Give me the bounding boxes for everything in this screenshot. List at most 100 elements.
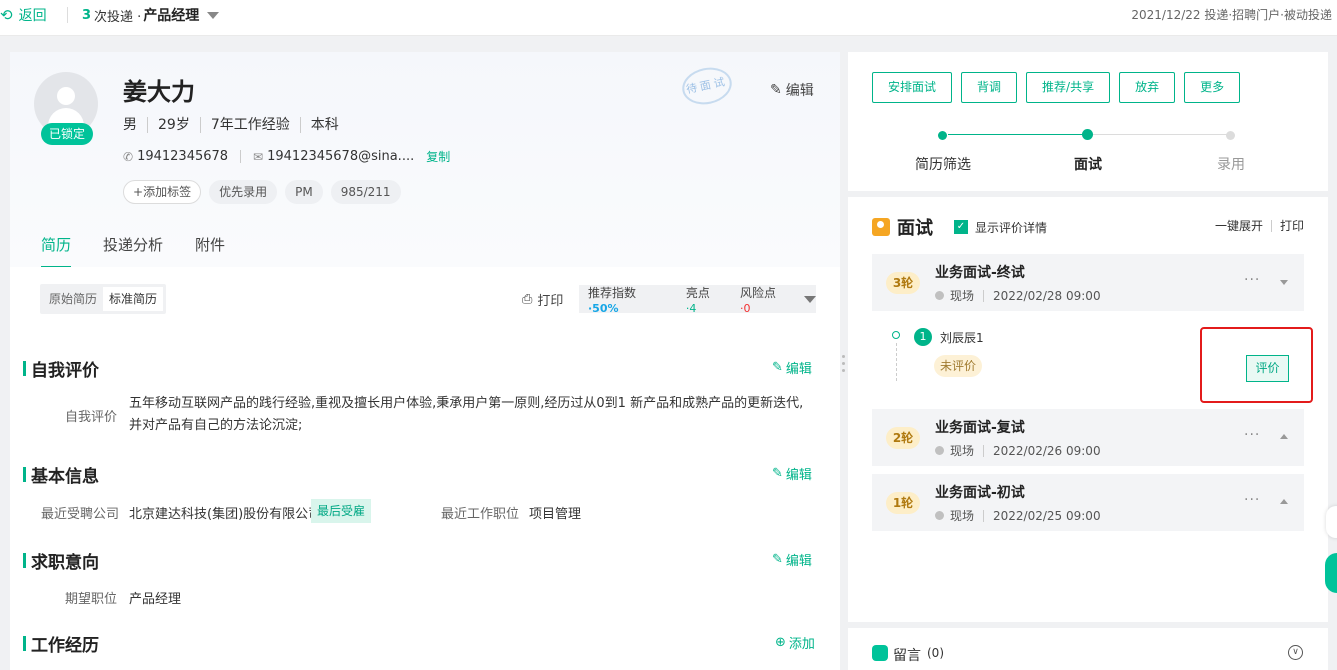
expand-toggle-icon[interactable] <box>1280 499 1288 504</box>
message-panel[interactable]: 留言 (0) ∨ <box>848 628 1328 670</box>
interview-round[interactable]: 1轮 业务面试-初试 现场 2022/02/25 09:00 ··· <box>872 474 1304 531</box>
tab-apply-analysis[interactable]: 投递分析 <box>103 234 163 268</box>
edit-label: 编辑 <box>785 468 812 483</box>
highlight-value: ·4 <box>685 301 697 315</box>
evaluate-button[interactable]: 评价 <box>1246 355 1289 382</box>
section-title-text: 求职意向 <box>31 553 99 573</box>
chevron-down-icon[interactable]: ∨ <box>1288 645 1303 660</box>
edit-basic-info-button[interactable]: ✎ 编辑 <box>772 464 812 483</box>
apply-selector[interactable]: 3 次投递 · 产品经理 <box>82 5 220 25</box>
copy-link[interactable]: 复制 <box>426 148 450 165</box>
location-icon <box>935 446 944 455</box>
add-tag-label: 添加标签 <box>143 185 192 199</box>
background-check-button[interactable]: 背调 <box>961 72 1018 103</box>
caret-down-icon[interactable] <box>804 295 816 303</box>
add-tag-button[interactable]: +添加标签 <box>123 180 202 204</box>
panel-resize-handle[interactable] <box>842 355 846 376</box>
apply-source-info: 2021/12/22 投递·招聘门户·被动投递 <box>1131 8 1332 22</box>
divider <box>983 509 985 522</box>
back-arrow-icon: ⟲ <box>0 6 13 24</box>
step-hire[interactable]: 录用 <box>1186 154 1276 174</box>
print-label: 打印 <box>537 294 564 309</box>
tab-attachments[interactable]: 附件 <box>195 234 225 268</box>
original-resume-option[interactable]: 原始简历 <box>43 287 103 311</box>
round-info: 现场 2022/02/25 09:00 <box>935 507 1101 524</box>
more-button[interactable]: 更多 <box>1184 72 1241 103</box>
more-options-icon[interactable]: ··· <box>1244 427 1260 443</box>
edit-job-intent-button[interactable]: ✎ 编辑 <box>772 550 812 569</box>
more-options-icon[interactable]: ··· <box>1244 272 1260 288</box>
resume-view-switch: 原始简历 标准简历 <box>40 284 167 314</box>
round-info: 现场 2022/02/28 09:00 <box>935 287 1101 304</box>
floating-side-button[interactable] <box>1326 506 1337 538</box>
candidate-profile: 已锁定 姜大力 男 29岁 7年工作经验 本科 ✆ 19412345678 ✉ … <box>10 52 840 268</box>
expand-toggle-icon[interactable] <box>1280 434 1288 439</box>
edit-profile-button[interactable]: ✎ 编辑 <box>770 80 814 100</box>
risk-label: 风险点 <box>739 285 776 300</box>
section-marker <box>23 553 26 568</box>
plus-circle-icon: ⊕ <box>775 635 786 650</box>
step-line-todo <box>1093 134 1227 135</box>
divider <box>983 289 985 302</box>
recommend-share-button[interactable]: 推荐/共享 <box>1026 72 1111 103</box>
timeline-node-icon <box>892 331 900 339</box>
tag: PM <box>285 180 323 204</box>
candidate-name: 姜大力 <box>123 78 195 106</box>
message-label: 留言 <box>893 648 921 664</box>
abandon-button[interactable]: 放弃 <box>1119 72 1176 103</box>
location-icon <box>935 511 944 520</box>
section-basic-info-title: 基本信息 <box>23 462 99 487</box>
round-badge: 1轮 <box>886 492 920 514</box>
show-detail-checkbox[interactable]: ✓ <box>954 220 968 234</box>
candidate-meta: 男 29岁 7年工作经验 本科 <box>123 117 349 133</box>
interviewer-name: 刘辰辰1 <box>940 331 984 345</box>
education: 本科 <box>299 117 349 133</box>
section-self-eval-title: 自我评价 <box>23 356 99 381</box>
tag-list: +添加标签 优先录用 PM 985/211 <box>123 180 401 204</box>
more-options-icon[interactable]: ··· <box>1244 492 1260 508</box>
interview-round[interactable]: 2轮 业务面试-复试 现场 2022/02/26 09:00 ··· <box>872 409 1304 466</box>
interview-panel: 面试 ✓ 显示评价详情 一键展开 打印 3轮 业务面试-终试 现场 2022/0… <box>848 197 1328 622</box>
interviewer-index: 1 <box>914 328 932 346</box>
edit-self-eval-button[interactable]: ✎ 编辑 <box>772 358 812 377</box>
apply-text: 次投递 · <box>94 9 142 25</box>
add-work-exp-button[interactable]: ⊕ 添加 <box>775 633 815 652</box>
round-title: 业务面试-初试 <box>935 485 1025 501</box>
location-icon <box>935 291 944 300</box>
step-interview[interactable]: 面试 <box>1043 154 1133 174</box>
back-button[interactable]: ⟲ 返回 <box>0 5 47 25</box>
section-title-text: 自我评价 <box>31 361 99 381</box>
floating-chat-button[interactable] <box>1325 553 1337 593</box>
recent-role: 项目管理 <box>529 507 582 522</box>
plus-icon: + <box>133 185 144 199</box>
standard-resume-option[interactable]: 标准简历 <box>103 287 164 311</box>
resume-panel: 已锁定 姜大力 男 29岁 7年工作经验 本科 ✆ 19412345678 ✉ … <box>10 52 840 670</box>
expected-position-label: 期望职位 <box>65 592 118 607</box>
section-marker <box>23 636 26 651</box>
tab-resume[interactable]: 简历 <box>41 234 72 268</box>
section-marker <box>23 361 26 376</box>
score-summary[interactable]: 推荐指数 ·50% 亮点 ·4 风险点 ·0 <box>579 285 816 315</box>
interview-icon <box>872 218 890 236</box>
interview-round[interactable]: 3轮 业务面试-终试 现场 2022/02/28 09:00 ··· <box>872 254 1304 311</box>
round-info: 现场 2022/02/26 09:00 <box>935 442 1101 459</box>
phone-number: 19412345678 <box>137 149 229 164</box>
round-time: 2022/02/28 09:00 <box>993 288 1101 303</box>
avatar-head-icon <box>57 87 75 105</box>
message-count: (0) <box>927 646 944 660</box>
self-eval-label: 自我评价 <box>65 410 118 425</box>
back-label: 返回 <box>18 8 47 24</box>
message-icon <box>872 645 888 661</box>
step-resume-screen[interactable]: 简历筛选 <box>898 154 988 174</box>
interview-title: 面试 <box>897 218 933 239</box>
expand-all-link[interactable]: 一键展开 <box>1215 217 1263 234</box>
schedule-interview-button[interactable]: 安排面试 <box>872 72 953 103</box>
evaluation-status-badge: 未评价 <box>934 355 983 377</box>
print-resume-button[interactable]: ⎙ 打印 <box>522 290 563 309</box>
print-interview-link[interactable]: 打印 <box>1280 217 1304 234</box>
last-employer-badge: 最后受雇 <box>311 499 372 523</box>
step-dot-current <box>1082 129 1093 140</box>
interview-links: 一键展开 打印 <box>1215 217 1304 234</box>
collapse-toggle-icon[interactable] <box>1280 280 1288 285</box>
caret-down-icon[interactable] <box>207 11 220 19</box>
